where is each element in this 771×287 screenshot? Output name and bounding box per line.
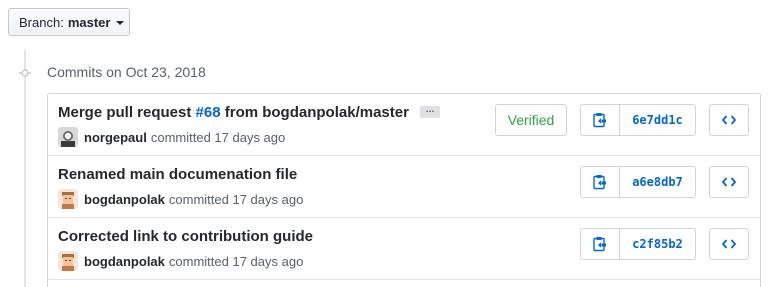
avatar[interactable] — [58, 189, 78, 209]
timeline-line — [24, 50, 26, 287]
commit-row: Merge pull request #68 from bogdanpolak/… — [48, 94, 760, 156]
commit-sha-link[interactable]: a6e8db7 — [620, 167, 695, 197]
code-icon — [722, 115, 736, 125]
avatar[interactable] — [58, 127, 78, 147]
caret-down-icon — [116, 20, 125, 25]
commit-row: Corrected link to contribution guide bog… — [48, 218, 760, 280]
avatar[interactable] — [58, 251, 78, 271]
copy-sha-button[interactable] — [581, 229, 620, 259]
commit-title[interactable]: Merge pull request #68 from bogdanpolak/… — [58, 104, 441, 121]
expand-message-button[interactable]: … — [420, 104, 441, 118]
browse-repository-button[interactable] — [709, 228, 749, 260]
commit-author[interactable]: bogdanpolak — [84, 192, 165, 207]
verified-badge[interactable]: Verified — [495, 104, 567, 136]
commit-title-text[interactable]: Merge pull request — [58, 104, 196, 121]
commit-row: Renamed main documenation file bogdanpol… — [48, 156, 760, 218]
pull-request-link[interactable]: #68 — [196, 104, 221, 121]
sha-button-group: a6e8db7 — [580, 166, 696, 198]
clippy-icon — [593, 113, 606, 128]
branch-select-button[interactable]: Branch: master — [8, 8, 130, 36]
git-commit-icon — [19, 69, 31, 77]
browse-repository-button[interactable] — [709, 104, 749, 136]
commit-meta: norgepaul committed 17 days ago — [58, 127, 285, 147]
code-icon — [722, 239, 736, 249]
commit-meta: bogdanpolak committed 17 days ago — [58, 189, 303, 209]
clippy-icon — [593, 175, 606, 190]
commit-list: Merge pull request #68 from bogdanpolak/… — [47, 93, 761, 287]
branch-label: Branch: — [19, 14, 64, 30]
copy-sha-button[interactable] — [581, 167, 620, 197]
browse-repository-button[interactable] — [709, 166, 749, 198]
sha-button-group: c2f85b2 — [580, 228, 696, 260]
commit-title[interactable]: Renamed main documenation file — [58, 166, 297, 183]
commit-sha-link[interactable]: c2f85b2 — [620, 229, 695, 259]
commit-author[interactable]: norgepaul — [84, 130, 147, 145]
commit-meta: bogdanpolak committed 17 days ago — [58, 251, 303, 271]
commit-time: committed 17 days ago — [150, 129, 286, 145]
code-icon — [722, 177, 736, 187]
commit-author[interactable]: bogdanpolak — [84, 254, 165, 269]
commit-title-text[interactable]: from bogdanpolak/master — [221, 104, 409, 121]
commit-time: committed 17 days ago — [168, 253, 304, 269]
commit-sha-link[interactable]: 6e7dd1c — [620, 105, 695, 135]
clippy-icon — [593, 237, 606, 252]
commit-title[interactable]: Corrected link to contribution guide — [58, 228, 313, 245]
branch-name: master — [67, 14, 111, 30]
commit-time: committed 17 days ago — [168, 191, 304, 207]
copy-sha-button[interactable] — [581, 105, 620, 135]
commits-date-heading: Commits on Oct 23, 2018 — [47, 64, 206, 80]
sha-button-group: 6e7dd1c — [580, 104, 696, 136]
